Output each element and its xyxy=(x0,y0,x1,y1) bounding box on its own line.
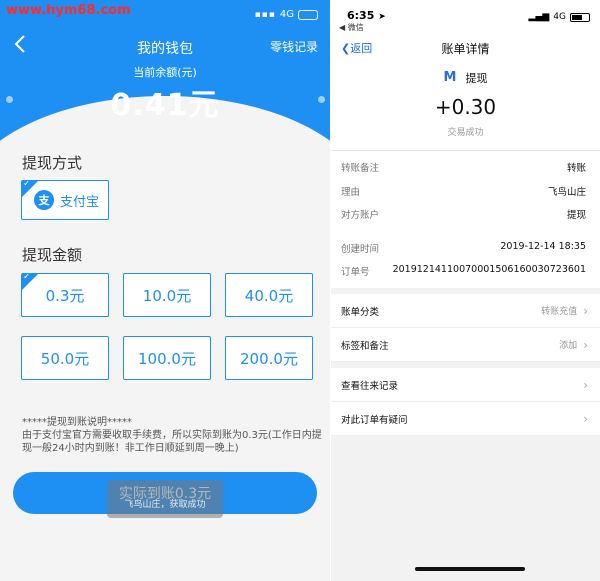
amount-text: 100.0元 xyxy=(138,349,196,368)
alipay-option[interactable]: ✓ 支 支付宝 xyxy=(21,180,109,220)
chevron-right-icon: › xyxy=(583,377,588,392)
amount-text: 0.3元 xyxy=(45,286,85,305)
detail-row: 订单号 20191214110070001506160030723601 xyxy=(341,264,586,278)
bill-actions-list: 查看往来记录 › 对此订单有疑问 › xyxy=(331,368,600,436)
amount-option-2[interactable]: 40.0元 xyxy=(225,273,313,317)
withdraw-note: *****提现到账说明***** 由于支付宝官方需要收取手续费，所以实际到账为0… xyxy=(22,416,322,455)
toast: 飞鸟山庄，获取成功 xyxy=(107,480,223,518)
amount-option-3[interactable]: 50.0元 xyxy=(21,336,109,380)
location-icon: ➤ xyxy=(378,12,386,22)
merchant: M 提现 xyxy=(331,70,600,86)
list-item-dispute[interactable]: 对此订单有疑问 › xyxy=(331,402,600,436)
amount-text: 50.0元 xyxy=(40,349,90,368)
list-item-category[interactable]: 账单分类 转账充值 › xyxy=(331,294,600,328)
merchant-name: 提现 xyxy=(465,72,488,85)
note-body: 由于支付宝官方需要收取手续费，所以实际到账为0.3元(工作日内提现一般24小时内… xyxy=(22,430,322,454)
bill-options-list: 账单分类 转账充值 › 标签和备注 添加 › xyxy=(331,294,600,362)
check-icon: ✓ xyxy=(23,273,31,282)
battery-icon xyxy=(570,12,590,22)
amount-option-0[interactable]: ✓ 0.3元 xyxy=(21,273,109,317)
records-link[interactable]: 零钱记录 xyxy=(270,38,318,55)
detail-row: 对方账户 提现 xyxy=(341,210,586,221)
home-indicator[interactable] xyxy=(415,567,525,571)
network-type: 4G xyxy=(279,9,294,20)
detail-row: 转账备注 转账 xyxy=(341,163,586,174)
amount-option-4[interactable]: 100.0元 xyxy=(123,336,211,380)
watermark: www.hym68.com xyxy=(6,3,131,18)
merchant-logo-icon: M xyxy=(443,70,457,85)
detail-row: 创建时间 2019-12-14 18:35 xyxy=(341,241,586,255)
page-title: 账单详情 xyxy=(441,42,490,56)
back-to-wechat[interactable]: ◀ 微信 xyxy=(339,22,364,33)
chevron-right-icon: › xyxy=(583,337,588,352)
battery-icon xyxy=(298,9,318,20)
signal-icon: ▂▄▆ xyxy=(528,12,550,22)
check-icon: ✓ xyxy=(23,180,31,189)
status-time: 6:35 xyxy=(347,9,375,22)
list-item-tags[interactable]: 标签和备注 添加 › xyxy=(331,328,600,362)
amount-text: 10.0元 xyxy=(142,286,192,305)
amount-label: 提现金额 xyxy=(22,246,83,264)
amount-text: 40.0元 xyxy=(244,286,294,305)
signal-icon: ▪▪▪ xyxy=(254,9,276,20)
transaction-status: 交易成功 xyxy=(447,128,484,138)
wallet-screen: ▪▪▪ 4G www.hym68.com 我的钱包 零钱记录 当前余额(元) 0… xyxy=(0,0,330,581)
amount-option-5[interactable]: 200.0元 xyxy=(225,336,313,380)
balance-value: 0.41元 xyxy=(110,88,220,123)
chevron-right-icon: › xyxy=(583,303,588,318)
amount-option-1[interactable]: 10.0元 xyxy=(123,273,211,317)
detail-row: 理由 飞鸟山庄 xyxy=(341,187,586,198)
method-label: 提现方式 xyxy=(22,154,83,172)
alipay-label: 支付宝 xyxy=(60,194,100,210)
bill-detail-screen: 6:35 ➤ ◀ 微信 ▂▄▆ 4G ❮返回 账单详情 M 提现 +0.30 交… xyxy=(331,0,600,581)
bill-header: 6:35 ➤ ◀ 微信 ▂▄▆ 4G ❮返回 账单详情 M 提现 +0.30 交… xyxy=(331,0,600,150)
detail-card: 转账备注 转账 理由 飞鸟山庄 对方账户 提现 创建时间 2019-12-14 18:3… xyxy=(331,150,600,288)
list-item-history[interactable]: 查看往来记录 › xyxy=(331,368,600,402)
chevron-right-icon: › xyxy=(583,411,588,426)
transaction-amount: +0.30 xyxy=(434,95,497,119)
note-title: *****提现到账说明***** xyxy=(22,417,132,428)
amount-text: 200.0元 xyxy=(240,349,298,368)
balance-label: 当前余额(元) xyxy=(133,66,197,79)
network-type: 4G xyxy=(553,12,566,22)
